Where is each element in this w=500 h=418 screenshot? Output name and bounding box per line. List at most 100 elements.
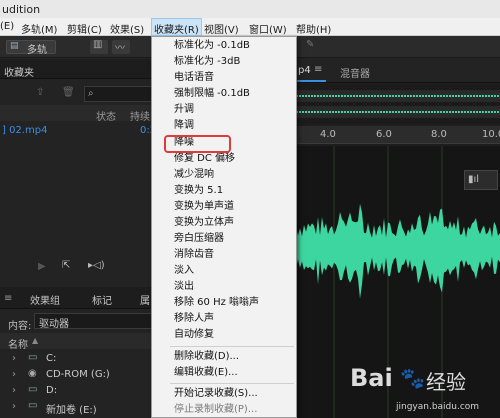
menu-edit[interactable]: (E) [0, 21, 14, 32]
location-label: 内容: [8, 321, 32, 332]
paw-icon: 🐾 [400, 366, 425, 390]
menu-item-normalize-3db[interactable]: 标准化为 -3dB [174, 54, 240, 70]
menu-item-voiceover-compressor[interactable]: 旁白压缩器 [174, 231, 224, 247]
menu-multitrack[interactable]: 多轨(M) [21, 21, 57, 36]
play-icon[interactable]: ▶ [38, 261, 46, 272]
tab-menu-icon[interactable]: ≡ [314, 64, 322, 75]
multitrack-icon: ▤ [10, 41, 19, 51]
menu-item-start-recording-favorite[interactable]: 开始记录收藏(S)... [174, 386, 258, 402]
expand-icon[interactable]: › [12, 401, 16, 412]
tab-markers[interactable]: 标记 [92, 292, 112, 307]
menu-bar: (E) 多轨(M) 剪辑(C) 效果(S) 收藏夹(R) 视图(V) 窗口(W)… [0, 18, 500, 36]
tab-editor-file[interactable]: p4 [298, 65, 311, 76]
multitrack-button[interactable]: ▤ 多轨 [6, 40, 56, 56]
tab-favorites[interactable]: 收藏夹 [4, 64, 34, 79]
menu-item-fade-out[interactable]: 淡出 [174, 279, 194, 295]
drive-icon: ▭ [28, 384, 38, 395]
menu-window[interactable]: 窗口(W) [249, 21, 287, 36]
expand-icon[interactable]: › [12, 385, 16, 396]
pencil-icon: ✎ [306, 39, 315, 50]
tab-mixer[interactable]: 混音器 [340, 65, 370, 80]
overview-waveform [296, 90, 500, 118]
menu-view[interactable]: 视图(V) [204, 21, 239, 36]
expand-icon[interactable]: › [12, 353, 16, 364]
menu-item-convert-mono[interactable]: 变换为单声道 [174, 199, 234, 215]
menu-item-convert-stereo[interactable]: 变换为立体声 [174, 215, 234, 231]
menu-item-auto-heal[interactable]: 自动修复 [174, 327, 214, 343]
menu-separator [170, 383, 294, 384]
menu-item-remove-hum[interactable]: 移除 60 Hz 嗡嗡声 [174, 295, 259, 311]
tree-row-cdrom[interactable]: › ◉ CD-ROM (G:) [0, 367, 160, 383]
menu-favorites[interactable]: 收藏夹(R) [151, 18, 202, 36]
spectrum-icon: 〰 [115, 43, 125, 54]
ruler-mark: 4.0 [320, 129, 336, 140]
watermark-brand: Bai [350, 364, 393, 392]
drive-label: 新加卷 (E:) [46, 405, 97, 416]
menu-item-deesser[interactable]: 消除齿音 [174, 247, 214, 263]
drive-label: D: [46, 385, 58, 396]
tree-row-d[interactable]: › ▭ D: [0, 383, 160, 399]
tab-properties[interactable]: 属 [140, 292, 150, 307]
expand-icon[interactable]: › [12, 369, 16, 380]
signal-bars-icon: ▮ıl [468, 174, 480, 185]
menu-item-stop-recording-favorite[interactable]: 停止录制收藏(P)... [174, 402, 257, 418]
menu-item-remove-vocals[interactable]: 移除人声 [174, 311, 214, 327]
menu-item-edit-favorite[interactable]: 编辑收藏(E)... [174, 365, 238, 381]
files-panel: 收藏夹 ⇪ 🗑 ⌕ 状态 持续 ] 02.mp4 0:2 ▶ ⇱ ▸◁) ≡ 效… [0, 59, 160, 418]
file-list-header: 状态 持续 [0, 105, 160, 123]
import-icon[interactable]: ⇪ [36, 87, 44, 98]
menu-item-fade-in[interactable]: 淡入 [174, 263, 194, 279]
window-title: udition [2, 3, 41, 16]
menu-help[interactable]: 帮助(H) [296, 21, 331, 36]
menu-item-pitch-up[interactable]: 升调 [174, 102, 194, 118]
menu-item-pitch-down[interactable]: 降调 [174, 118, 194, 134]
overview-navigator[interactable] [296, 84, 500, 124]
search-input[interactable]: ⌕ [84, 86, 154, 102]
file-name: ] 02.mp4 [2, 125, 48, 136]
pencil-tool-button[interactable]: ✎ [305, 39, 319, 54]
cdrom-icon: ◉ [28, 368, 37, 379]
spectral-view-button[interactable]: 〰 [112, 40, 130, 54]
location-value: 驱动器 [39, 319, 69, 330]
menu-item-telephone-voice[interactable]: 电话语音 [174, 70, 214, 86]
waveform-view-button[interactable]: ▥ [90, 39, 108, 54]
highlight-annotation [164, 135, 231, 153]
tree-row-c[interactable]: › ▭ C: [0, 351, 160, 367]
menu-effects[interactable]: 效果(S) [110, 21, 144, 36]
title-bar: udition [0, 0, 500, 18]
location-select[interactable]: 驱动器 [34, 313, 152, 330]
multitrack-label: 多轨 [27, 45, 47, 56]
trash-icon[interactable]: 🗑 [62, 87, 75, 98]
menu-clip[interactable]: 剪辑(C) [67, 21, 102, 36]
bottom-tabbar: ≡ 效果组 标记 属 [0, 287, 160, 309]
column-status[interactable]: 状态 [96, 108, 116, 123]
file-row[interactable]: ] 02.mp4 0:2 [0, 123, 160, 139]
watermark-brand2: 经验 [426, 370, 466, 394]
active-tab-indicator [296, 80, 326, 82]
menu-separator [170, 346, 294, 347]
ruler-mark: 6.0 [376, 129, 392, 140]
drive-label: C: [46, 353, 57, 364]
ruler-mark: 10.0 [482, 129, 500, 140]
menu-item-delete-favorite[interactable]: 删除收藏(D)... [174, 349, 239, 365]
tree-row-e[interactable]: › ▭ 新加卷 (E:) [0, 399, 160, 416]
export-icon[interactable]: ⇱ [62, 260, 70, 271]
menu-item-normalize-0-1db[interactable]: 标准化为 -0.1dB [174, 38, 250, 54]
menu-lines-icon[interactable]: ≡ [4, 293, 12, 304]
sort-arrow-icon: ▲ [32, 336, 39, 345]
watermark-url: jingyan.baidu.com [396, 402, 480, 412]
menu-item-repair-dc-offset[interactable]: 修复 DC 偏移 [174, 151, 235, 167]
waveform-icon: ▥ [93, 39, 103, 50]
tab-effects-group[interactable]: 效果组 [30, 292, 60, 307]
menu-item-convert-5-1[interactable]: 变换为 5.1 [174, 183, 223, 199]
drive-icon: ▭ [28, 352, 38, 363]
tree-header-name[interactable]: 名称 [8, 336, 28, 351]
ruler-mark: 8.0 [431, 129, 447, 140]
menu-item-hard-limit[interactable]: 强制限幅 -0.1dB [174, 86, 250, 102]
column-duration[interactable]: 持续 [130, 108, 150, 123]
autoplay-icon[interactable]: ▸◁) [88, 260, 105, 271]
menu-item-reduce-reverb[interactable]: 减少混响 [174, 167, 214, 183]
time-ruler[interactable]: 4.0 6.0 8.0 10.0 [296, 126, 500, 144]
editor-tabbar: p4 ≡ 混音器 [296, 59, 500, 83]
level-meter-widget[interactable]: ▮ıl [464, 170, 498, 190]
